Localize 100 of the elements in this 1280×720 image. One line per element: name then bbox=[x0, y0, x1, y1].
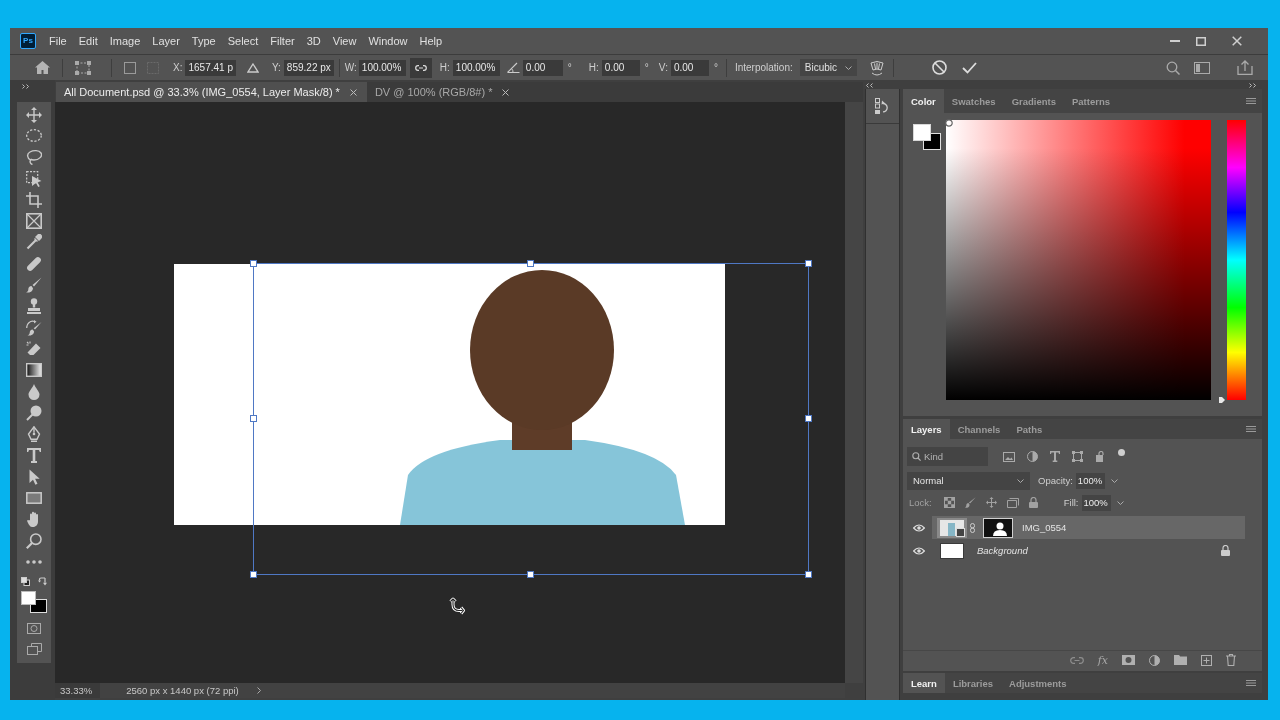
panel-tab[interactable]: Channels bbox=[949, 419, 1009, 439]
color-swatches-icon[interactable] bbox=[913, 124, 941, 150]
vertical-skew-field[interactable]: 0.00 bbox=[670, 59, 709, 76]
gradient-icon[interactable] bbox=[26, 363, 42, 378]
plus-square-icon[interactable] bbox=[1201, 654, 1212, 666]
layer-thumbnail[interactable] bbox=[940, 542, 964, 559]
panel-tab[interactable]: Layers bbox=[903, 419, 950, 439]
eraser-icon[interactable] bbox=[26, 340, 42, 357]
opacity-field[interactable]: 100% bbox=[1075, 472, 1105, 489]
move-arrows-icon[interactable] bbox=[985, 497, 997, 508]
half-circle-icon[interactable] bbox=[1149, 654, 1160, 666]
home-icon[interactable] bbox=[35, 61, 50, 74]
menu-icon[interactable] bbox=[1246, 680, 1256, 686]
double-chevron-right-icon[interactable] bbox=[1249, 82, 1256, 88]
panel-tab[interactable]: Color bbox=[903, 89, 944, 113]
filter-field[interactable]: Kind bbox=[907, 447, 988, 466]
rotation-field[interactable]: 0.00 bbox=[522, 59, 563, 76]
share-icon[interactable] bbox=[1237, 60, 1253, 75]
open-padlock-icon[interactable] bbox=[1095, 451, 1106, 462]
menu-item[interactable]: Edit bbox=[72, 35, 104, 47]
shape-handles-icon[interactable] bbox=[1072, 451, 1083, 462]
lasso-icon[interactable] bbox=[26, 149, 42, 166]
panel-tab[interactable]: Gradients bbox=[1003, 89, 1064, 113]
link-toggle[interactable] bbox=[409, 57, 432, 78]
transform-handle[interactable] bbox=[805, 571, 812, 578]
panel-tab[interactable]: Paths bbox=[1008, 419, 1051, 439]
menu-item[interactable]: Window bbox=[362, 35, 414, 47]
lollipop-icon[interactable] bbox=[26, 404, 42, 421]
close-icon[interactable] bbox=[349, 88, 357, 96]
chain-icon[interactable] bbox=[970, 522, 975, 533]
search-icon[interactable] bbox=[1166, 60, 1180, 75]
frame-icon[interactable] bbox=[26, 213, 42, 230]
rectangle-icon[interactable] bbox=[26, 492, 42, 504]
crop-icon[interactable] bbox=[26, 191, 42, 208]
padlock-icon[interactable] bbox=[1028, 497, 1038, 508]
interpolation-dropdown[interactable]: Bicubic bbox=[799, 59, 857, 76]
transform-box-icon[interactable] bbox=[75, 60, 91, 75]
menu-item[interactable]: 3D bbox=[300, 35, 327, 47]
zoom-level[interactable]: 33.33% bbox=[55, 683, 101, 698]
history-brush-icon[interactable] bbox=[26, 319, 42, 336]
document-tab[interactable]: All Document.psd @ 33.3% (IMG_0554, Layer Mask/8) * bbox=[56, 82, 367, 102]
arrow-cursor-icon[interactable] bbox=[28, 468, 40, 485]
panel-tab[interactable]: Adjustments bbox=[1001, 673, 1075, 693]
eyedropper-icon[interactable] bbox=[26, 234, 42, 251]
menu-item[interactable]: View bbox=[326, 35, 363, 47]
close-icon[interactable] bbox=[1232, 36, 1242, 46]
stamp-icon[interactable] bbox=[26, 298, 42, 315]
checkerboard-icon[interactable] bbox=[943, 497, 955, 508]
transform-handle[interactable] bbox=[250, 415, 257, 422]
more-icon[interactable] bbox=[26, 559, 42, 564]
color-field[interactable] bbox=[946, 120, 1211, 400]
padlock-icon[interactable] bbox=[1221, 545, 1230, 556]
menu-item[interactable]: Type bbox=[185, 35, 222, 47]
cancel-icon[interactable] bbox=[931, 60, 947, 75]
fill-field[interactable]: 100% bbox=[1081, 494, 1111, 511]
pen-nib-icon[interactable] bbox=[27, 426, 41, 443]
document-tab[interactable]: DV @ 100% (RGB/8#) * bbox=[366, 82, 520, 102]
menu-item[interactable]: Layer bbox=[146, 35, 186, 47]
effects-button[interactable]: fx bbox=[1097, 654, 1108, 666]
type-icon[interactable] bbox=[1050, 451, 1060, 462]
width-field[interactable]: 100.00% bbox=[358, 59, 406, 76]
caret-icon[interactable] bbox=[1116, 500, 1124, 505]
eye-icon[interactable] bbox=[912, 546, 925, 555]
x-position-field[interactable]: 1657.41 p bbox=[185, 59, 236, 76]
zoom-icon[interactable] bbox=[26, 532, 42, 549]
y-position-field[interactable]: 859.22 px bbox=[283, 59, 334, 76]
vertical-scrollbar[interactable] bbox=[845, 102, 863, 683]
double-chevron-right-icon[interactable] bbox=[22, 83, 29, 89]
caret-icon[interactable] bbox=[1110, 478, 1118, 483]
checkmark-icon[interactable] bbox=[961, 61, 977, 74]
slider-thumb[interactable] bbox=[1219, 397, 1225, 403]
selection-cursor-icon[interactable] bbox=[26, 170, 42, 187]
brush-icon[interactable] bbox=[26, 277, 42, 293]
drop-icon[interactable] bbox=[28, 383, 40, 400]
chevron-right-icon[interactable] bbox=[256, 687, 261, 694]
brush-icon[interactable] bbox=[964, 497, 976, 508]
horizontal-skew-field[interactable]: 0.00 bbox=[601, 59, 640, 76]
layer-thumbnail[interactable] bbox=[937, 517, 967, 538]
transform-handle[interactable] bbox=[527, 260, 534, 267]
swap-arrows-icon[interactable] bbox=[38, 576, 47, 586]
square-icon[interactable] bbox=[124, 61, 136, 74]
transform-handle[interactable] bbox=[250, 260, 257, 267]
overlapping-rectangles-icon[interactable] bbox=[26, 642, 42, 655]
layer-row[interactable]: Background bbox=[905, 539, 1245, 562]
triangle-icon[interactable] bbox=[246, 62, 259, 73]
transform-handle[interactable] bbox=[805, 415, 812, 422]
warp-icon[interactable] bbox=[868, 59, 885, 76]
blend-mode-dropdown[interactable]: Normal bbox=[907, 471, 1030, 490]
panel-layout-icon[interactable] bbox=[1194, 61, 1210, 74]
menu-item[interactable]: Select bbox=[221, 35, 265, 47]
small-squares-icon[interactable] bbox=[21, 576, 30, 586]
image-icon[interactable] bbox=[1003, 451, 1015, 462]
panel-tab[interactable]: Libraries bbox=[944, 673, 1001, 693]
transform-bounding-box[interactable] bbox=[253, 263, 809, 575]
color-swatches-icon[interactable] bbox=[21, 590, 47, 613]
menu-icon[interactable] bbox=[1246, 98, 1256, 104]
menu-item[interactable]: Help bbox=[413, 35, 449, 47]
panel-tab[interactable]: Swatches bbox=[943, 89, 1004, 113]
dashed-ellipse-icon[interactable] bbox=[26, 129, 42, 143]
dot-icon[interactable] bbox=[1118, 449, 1125, 456]
